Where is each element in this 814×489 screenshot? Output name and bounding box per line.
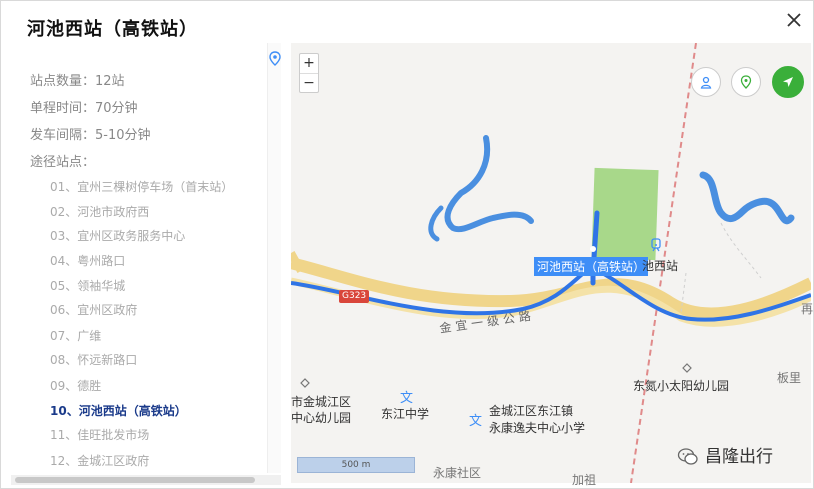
stop-item[interactable]: 06、宜州区政府 <box>50 301 137 318</box>
river-right <box>699 171 795 225</box>
stop-item[interactable]: 09、德胜 <box>50 377 101 394</box>
poi-district: 永康社区 <box>433 466 482 480</box>
route-stop-marker <box>590 246 596 252</box>
location-pin-icon <box>740 75 752 89</box>
poi-school-b-line2: 永康逸夫中心小学 <box>489 421 586 435</box>
poi-school-a: 东江中学 <box>381 407 430 421</box>
trip-time: 单程时间：70分钟 <box>30 101 138 116</box>
poi-kindergarten-b: 东氮小太阳幼儿园 <box>633 379 730 393</box>
watermark-text: 昌隆出行 <box>705 447 773 467</box>
person-locate-button[interactable] <box>691 67 721 97</box>
zoom-control: + − <box>299 53 319 93</box>
poi-kindergarten-a-line1: 市金城江区 <box>291 395 352 409</box>
pin-locate-button[interactable] <box>731 67 761 97</box>
stop-item[interactable]: 10、河池西站（高铁站） <box>50 402 187 419</box>
stop-item[interactable]: 11、佳旺批发市场 <box>50 426 149 443</box>
poi-kindergarten-a-line2: 中心幼儿园 <box>291 411 352 425</box>
zoom-out-button[interactable]: − <box>300 73 318 92</box>
close-button[interactable] <box>783 9 805 31</box>
station-label[interactable]: 河池西站（高铁站） <box>534 257 649 276</box>
river-branch <box>428 205 444 242</box>
stop-item[interactable]: 02、河池市政府西 <box>50 203 149 220</box>
close-icon <box>787 13 801 27</box>
zoom-in-button[interactable]: + <box>300 54 318 73</box>
river-left <box>444 135 534 233</box>
stop-count: 站点数量：12站 <box>30 74 125 89</box>
scrollbar-thumb[interactable] <box>15 477 255 483</box>
wechat-icon <box>677 448 698 465</box>
stop-item[interactable]: 05、领袖华城 <box>50 277 125 294</box>
stop-item[interactable]: 04、粤州路口 <box>50 252 125 269</box>
poi-edge: 再 <box>801 302 814 316</box>
stop-item[interactable]: 07、广维 <box>50 327 101 344</box>
dialog-title: 河池西站（高铁站） <box>27 19 198 40</box>
stop-item[interactable]: 08、怀远新路口 <box>50 351 137 368</box>
stop-item[interactable]: 01、宜州三棵树停车场（首末站） <box>50 178 233 195</box>
school-icon: 文 <box>469 414 483 429</box>
person-icon <box>700 76 712 89</box>
poi-village: 板里 <box>777 371 802 385</box>
path-1 <box>720 222 762 279</box>
departure-interval: 发车间隔：5-10分钟 <box>30 128 151 143</box>
poi-partial: 加祖 <box>572 473 597 487</box>
route-dialog: 河池西站（高铁站） 站点数量：12站 单程时间：70分钟 发车间隔：5-10分钟… <box>0 0 814 489</box>
kindergarten-icon <box>300 378 310 388</box>
panel-scroll-strip[interactable] <box>267 43 281 473</box>
location-pin-icon <box>269 51 281 66</box>
scale-text: 500 m <box>341 460 371 470</box>
station-poi-label: 池西站 <box>642 259 679 273</box>
stop-item[interactable]: 12、金城江区政府 <box>50 452 149 469</box>
poi-school-b-line1: 金城江区东江镇 <box>489 404 574 418</box>
school-icon: 文 <box>400 391 414 406</box>
navigate-button[interactable] <box>772 66 804 98</box>
via-stops-heading: 途径站点： <box>30 155 96 170</box>
park-area <box>591 167 659 261</box>
watermark: 昌隆出行 <box>677 442 773 467</box>
map-scale-bar: 500 m <box>297 457 415 473</box>
road-badge-g323: G323 <box>339 290 370 303</box>
stop-item[interactable]: 03、宜州区政务服务中心 <box>50 227 185 244</box>
train-icon <box>651 238 661 252</box>
kindergarten-icon <box>682 363 692 373</box>
horizontal-scrollbar[interactable] <box>11 475 281 485</box>
navigation-arrow-icon <box>783 77 793 87</box>
